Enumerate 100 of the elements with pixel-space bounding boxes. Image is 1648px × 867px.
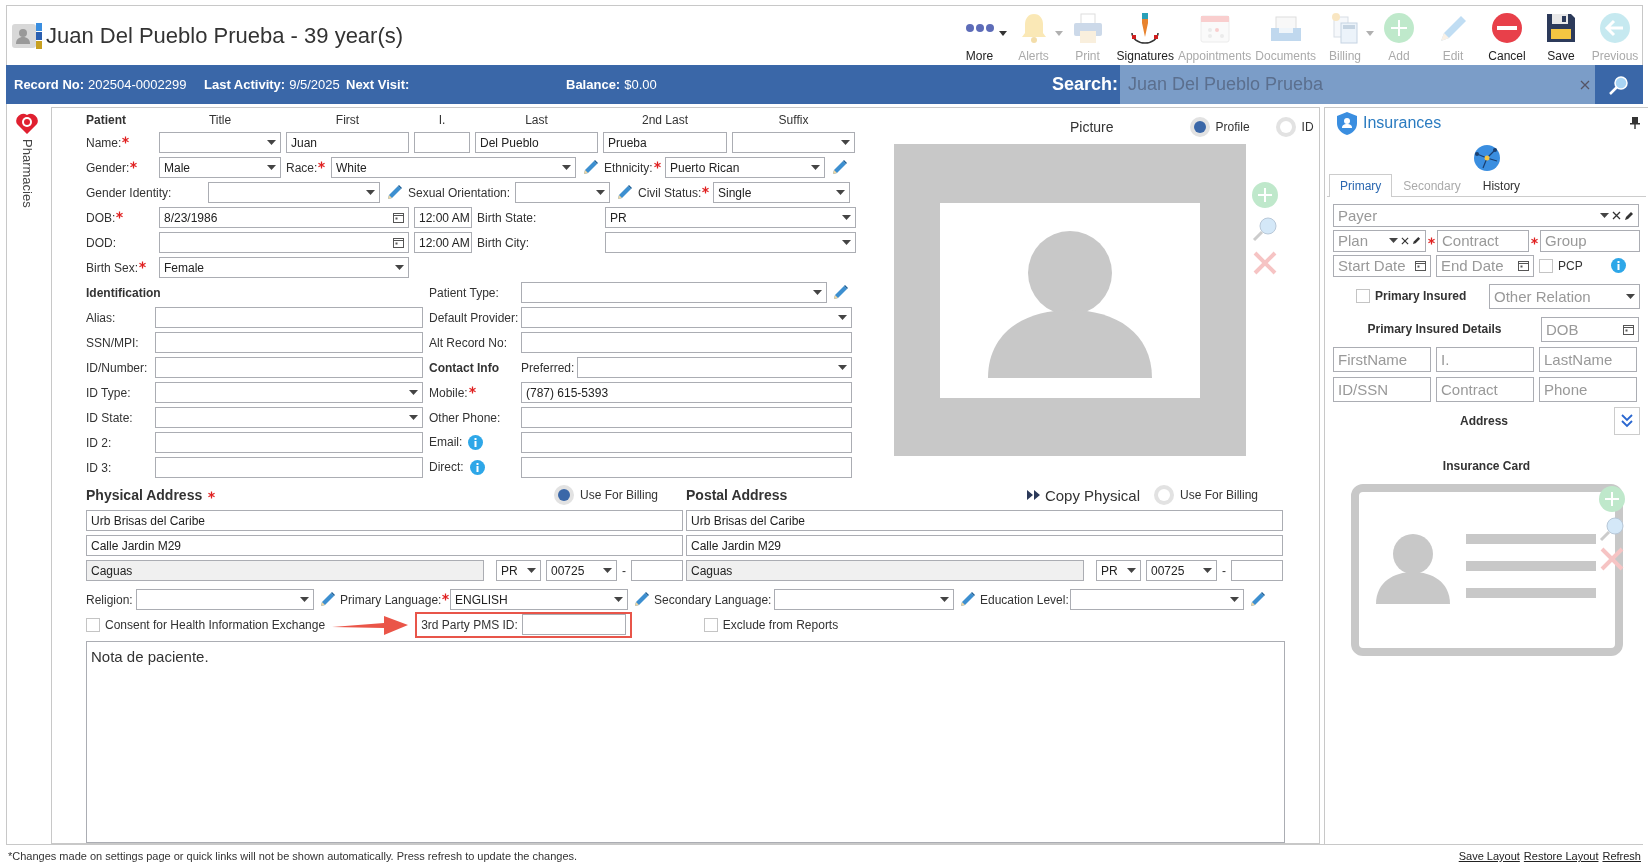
- time-field[interactable]: 12:00 AM: [414, 232, 472, 253]
- dropdown-field[interactable]: [155, 407, 423, 428]
- dropdown-field[interactable]: PR: [605, 207, 856, 228]
- delete-icon[interactable]: [1252, 250, 1278, 276]
- text-field[interactable]: [521, 407, 852, 428]
- text-field[interactable]: Caguas: [86, 560, 484, 581]
- text-field[interactable]: [155, 307, 423, 328]
- dropdown-field[interactable]: [774, 589, 954, 610]
- toolbar-button[interactable]: Signatures: [1114, 11, 1176, 63]
- expand-button[interactable]: [1614, 407, 1640, 435]
- dropdown-field[interactable]: PR: [1096, 560, 1141, 581]
- radio-button[interactable]: [1153, 485, 1174, 505]
- dropdown-field[interactable]: 00725: [1146, 560, 1217, 581]
- dropdown-field[interactable]: Single: [713, 182, 850, 203]
- footer-link[interactable]: Restore Layout: [1523, 850, 1599, 862]
- checkbox[interactable]: [86, 617, 100, 632]
- text-field[interactable]: [1231, 560, 1283, 581]
- text-field[interactable]: Group: [1540, 229, 1640, 252]
- text-field[interactable]: Juan: [286, 132, 409, 153]
- info-icon[interactable]: [469, 460, 485, 475]
- checkbox[interactable]: [1356, 289, 1370, 303]
- footer-link[interactable]: Refresh: [1602, 850, 1641, 862]
- dropdown-field[interactable]: [732, 132, 855, 153]
- delete-icon[interactable]: [1599, 546, 1625, 572]
- text-field[interactable]: [521, 432, 852, 453]
- date-field[interactable]: 8/23/1986: [159, 207, 409, 228]
- plan-field[interactable]: Plan: [1333, 229, 1426, 252]
- text-field[interactable]: FirstName: [1333, 346, 1431, 372]
- dropdown-field[interactable]: White: [331, 157, 576, 178]
- dropdown-field[interactable]: [159, 132, 281, 153]
- text-field[interactable]: [155, 457, 423, 478]
- dropdown-field[interactable]: 00725: [546, 560, 617, 581]
- text-field[interactable]: Phone: [1539, 376, 1637, 402]
- toolbar-button[interactable]: Cancel: [1480, 11, 1534, 63]
- dropdown-field[interactable]: [577, 357, 852, 378]
- side-tab[interactable]: Pharmacies: [19, 139, 35, 208]
- search-field[interactable]: Juan Del Pueblo Prueba: [1120, 65, 1595, 104]
- text-field[interactable]: LastName: [1539, 346, 1637, 372]
- pin-icon[interactable]: [1630, 117, 1640, 129]
- date-field[interactable]: End Date: [1436, 254, 1534, 277]
- clear-icon[interactable]: [1612, 211, 1621, 220]
- dropdown-field[interactable]: Female: [159, 257, 409, 278]
- dropdown-field[interactable]: [515, 182, 610, 203]
- date-field[interactable]: [159, 232, 409, 253]
- payer-field[interactable]: Payer: [1333, 204, 1639, 227]
- pencil-icon[interactable]: [1624, 210, 1634, 221]
- radio-button[interactable]: [1275, 117, 1296, 137]
- copy-physical-button[interactable]: Copy Physical: [1026, 486, 1140, 504]
- dropdown-field[interactable]: [1070, 589, 1244, 610]
- dropdown-field[interactable]: PR: [496, 560, 541, 581]
- toolbar-button[interactable]: Save: [1534, 11, 1588, 63]
- text-field[interactable]: Calle Jardin M29: [86, 535, 683, 556]
- radio-button[interactable]: [1189, 117, 1210, 137]
- text-field[interactable]: [521, 457, 852, 478]
- text-field[interactable]: [521, 332, 852, 353]
- checkbox[interactable]: [1539, 258, 1553, 273]
- text-field[interactable]: [521, 614, 626, 635]
- search-icon[interactable]: [1252, 216, 1278, 242]
- dropdown-field[interactable]: [521, 282, 827, 303]
- notes-field[interactable]: Nota de paciente.: [86, 641, 1285, 843]
- tab[interactable]: Primary: [1329, 174, 1393, 197]
- dropdown-field[interactable]: [155, 382, 423, 403]
- dropdown-field[interactable]: Other Relation: [1489, 283, 1640, 309]
- text-field[interactable]: Calle Jardin M29: [686, 535, 1283, 556]
- text-field[interactable]: [631, 560, 683, 581]
- checkbox[interactable]: [703, 617, 718, 632]
- add-icon[interactable]: [1252, 182, 1278, 208]
- dropdown-field[interactable]: [521, 307, 852, 328]
- text-field[interactable]: Urb Brisas del Caribe: [86, 510, 683, 531]
- text-field[interactable]: Del Pueblo: [475, 132, 598, 153]
- radio-button[interactable]: [553, 485, 574, 505]
- text-field[interactable]: [155, 432, 423, 453]
- tab[interactable]: History: [1471, 174, 1532, 197]
- text-field[interactable]: (787) 615-5393: [521, 382, 852, 403]
- dropdown-field[interactable]: [605, 232, 856, 253]
- time-field[interactable]: 12:00 AM: [414, 207, 472, 228]
- text-field[interactable]: Urb Brisas del Caribe: [686, 510, 1283, 531]
- search-icon[interactable]: [1599, 516, 1625, 542]
- pharmacy-icon[interactable]: [15, 113, 39, 135]
- info-icon[interactable]: [468, 435, 484, 450]
- pencil-icon[interactable]: [1412, 236, 1421, 245]
- text-field[interactable]: [414, 132, 470, 153]
- dropdown-field[interactable]: Puerto Rican: [665, 157, 825, 178]
- text-field[interactable]: I.: [1436, 346, 1534, 372]
- text-field[interactable]: Contract: [1436, 376, 1534, 402]
- dropdown-field[interactable]: [136, 589, 314, 610]
- date-field[interactable]: DOB: [1541, 316, 1639, 342]
- text-field[interactable]: Prueba: [603, 132, 727, 153]
- text-field[interactable]: [155, 357, 423, 378]
- globe-icon[interactable]: [1472, 144, 1501, 172]
- dropdown-field[interactable]: [208, 182, 380, 203]
- text-field[interactable]: [155, 332, 423, 353]
- add-icon[interactable]: [1599, 486, 1625, 512]
- footer-link[interactable]: Save Layout: [1458, 850, 1520, 862]
- toolbar-button[interactable]: More: [952, 11, 1007, 63]
- info-icon[interactable]: [1610, 258, 1626, 273]
- dropdown-field[interactable]: Male: [159, 157, 281, 178]
- dropdown-field[interactable]: ENGLISH: [450, 589, 628, 610]
- text-field[interactable]: ID/SSN: [1333, 376, 1431, 402]
- clear-icon[interactable]: [1401, 236, 1409, 245]
